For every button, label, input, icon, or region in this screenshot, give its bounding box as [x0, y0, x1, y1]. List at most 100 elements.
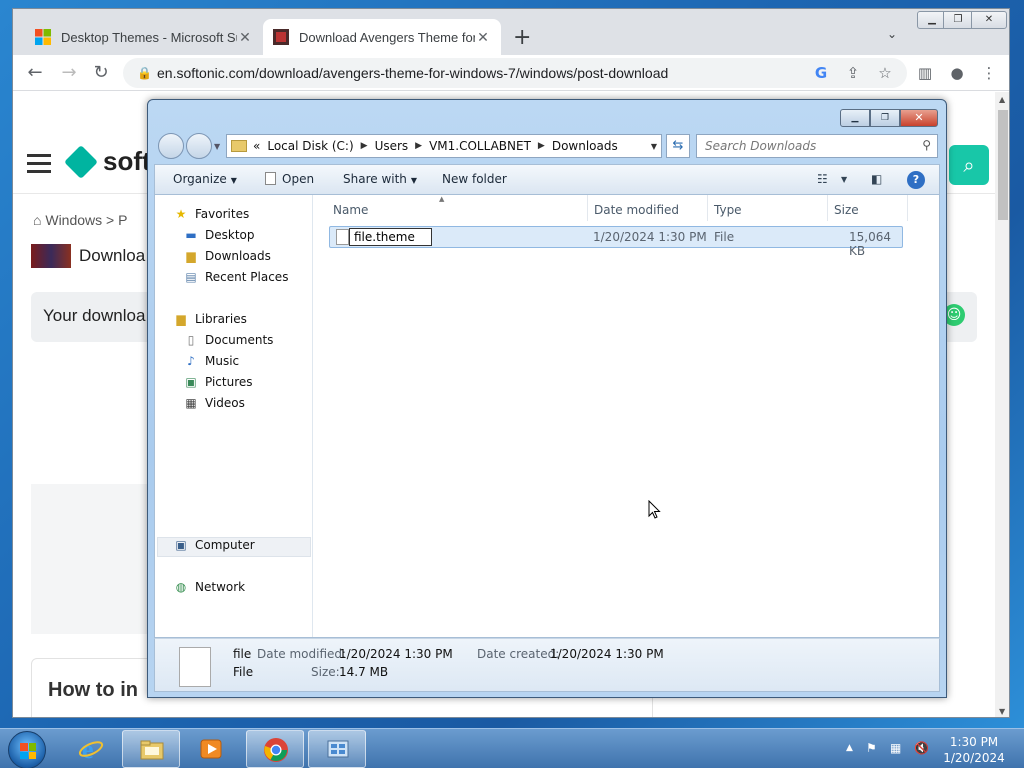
generic-file-icon — [336, 229, 349, 245]
start-button[interactable] — [8, 731, 46, 768]
ad-placeholder — [31, 484, 151, 634]
nav-label: Videos — [205, 396, 245, 410]
chrome-close-button[interactable]: ✕ — [971, 11, 1007, 29]
taskbar-google-chrome[interactable] — [246, 730, 304, 768]
explorer-close-button[interactable]: ✕ — [900, 109, 938, 127]
nav-music[interactable]: ♪ Music — [183, 354, 239, 368]
share-with-button[interactable]: Share with ▼ — [343, 172, 417, 186]
file-row-selected[interactable]: file.theme 1/20/2024 1:30 PM File 15,064… — [329, 226, 903, 258]
open-label: Open — [282, 172, 315, 186]
nav-videos[interactable]: ▦ Videos — [183, 396, 245, 410]
tab-title: Download Avengers Theme for W — [299, 29, 475, 45]
softonic-logo-mark-icon — [64, 144, 98, 179]
windows-logo-icon — [20, 743, 36, 759]
hamburger-menu-icon[interactable] — [27, 154, 51, 178]
downloads-folder-icon: ▆ — [186, 249, 196, 263]
home-icon[interactable]: ⌂ — [33, 212, 41, 228]
nav-label: Computer — [195, 538, 255, 552]
taskbar-windows-explorer[interactable] — [122, 730, 180, 768]
bookmark-star-icon[interactable]: ☆ — [873, 61, 897, 85]
scroll-down-icon[interactable]: ▼ — [999, 707, 1005, 716]
new-tab-button[interactable]: + — [513, 25, 531, 50]
chevron-right-icon[interactable]: ▶ — [361, 141, 368, 151]
address-dropdown-icon[interactable]: ▼ — [651, 142, 657, 151]
tab-search-icon[interactable]: ⌄ — [887, 27, 897, 41]
change-view-icon[interactable]: ☷ — [817, 172, 828, 186]
address-bar[interactable]: 🔒 en.softonic.com/download/avengers-them… — [123, 58, 907, 88]
nav-documents[interactable]: ▯ Documents — [183, 333, 274, 347]
reload-icon[interactable]: ↻ — [89, 61, 113, 85]
lock-icon: 🔒 — [137, 66, 152, 80]
file-size: 15,064 KB — [849, 230, 891, 258]
chrome-maximize-button[interactable]: ❐ — [943, 11, 973, 29]
network-tray-icon[interactable]: ▦ — [890, 741, 901, 755]
show-hidden-icons[interactable]: ▲ — [846, 743, 853, 753]
file-type: File — [714, 230, 735, 244]
nav-downloads[interactable]: ▆ Downloads — [183, 249, 271, 263]
explorer-maximize-button[interactable]: ❐ — [870, 109, 900, 127]
address-segment-vm1[interactable]: VM1.COLLABNET — [429, 139, 531, 153]
nav-computer[interactable]: ▣ Computer — [173, 538, 255, 552]
site-search-icon[interactable]: ⌕ — [949, 145, 989, 185]
back-button[interactable] — [158, 133, 184, 159]
refresh-icon[interactable]: ⇆ — [666, 134, 690, 158]
side-panel-icon[interactable]: ▥ — [913, 61, 937, 85]
forward-arrow-icon[interactable]: → — [57, 61, 81, 85]
share-icon[interactable]: ⇪ — [841, 61, 865, 85]
taskbar-internet-explorer[interactable]: e — [62, 730, 120, 768]
google-translate-icon[interactable]: G — [809, 61, 833, 85]
column-header-type[interactable]: Type — [714, 203, 742, 217]
recent-pages-dropdown-icon[interactable]: ▼ — [214, 142, 220, 151]
page-scrollbar[interactable]: ▲ ▼ — [995, 92, 1009, 717]
tab-close-icon[interactable]: ✕ — [237, 29, 253, 46]
address-segment-downloads[interactable]: Downloads — [552, 139, 618, 153]
column-divider[interactable] — [587, 195, 588, 221]
share-with-label: Share with — [343, 172, 407, 186]
documents-icon: ▯ — [187, 333, 195, 347]
back-arrow-icon[interactable]: ← — [23, 61, 47, 85]
address-overflow[interactable]: « — [253, 139, 260, 153]
preview-pane-icon[interactable]: ◧ — [871, 172, 882, 186]
help-icon[interactable]: ? — [907, 171, 925, 189]
tab-desktop-themes[interactable]: Desktop Themes - Microsoft Sup ✕ — [25, 19, 263, 55]
column-divider[interactable] — [827, 195, 828, 221]
nav-favorites[interactable]: ★ Favorites — [173, 207, 250, 221]
nav-label: Documents — [205, 333, 274, 347]
open-button[interactable]: Open — [265, 172, 314, 186]
nav-desktop[interactable]: ▬ Desktop — [183, 228, 254, 242]
address-segment-local-disk[interactable]: Local Disk (C:) — [267, 139, 353, 153]
nav-pictures[interactable]: ▣ Pictures — [183, 375, 252, 389]
column-header-name[interactable]: Name — [333, 203, 368, 217]
column-header-date-modified[interactable]: Date modified — [594, 203, 679, 217]
organize-button[interactable]: Organize ▼ — [173, 172, 237, 186]
explorer-address-bar[interactable]: « Local Disk (C:) ▶ Users ▶ VM1.COLLABNE… — [226, 134, 662, 158]
tab-close-icon[interactable]: ✕ — [475, 29, 491, 46]
breadcrumb-text[interactable]: Windows > P — [45, 212, 127, 228]
nav-recent-places[interactable]: ▤ Recent Places — [183, 270, 288, 284]
explorer-minimize-button[interactable]: ▁ — [840, 109, 870, 127]
taskbar-media-player[interactable] — [182, 730, 240, 768]
chevron-right-icon[interactable]: ▶ — [415, 141, 422, 151]
view-dropdown-icon[interactable]: ▼ — [841, 175, 847, 184]
scroll-thumb[interactable] — [998, 110, 1008, 220]
profile-avatar-icon[interactable]: ● — [945, 61, 969, 85]
chevron-right-icon[interactable]: ▶ — [538, 141, 545, 151]
volume-muted-icon[interactable]: 🔇 — [914, 741, 929, 755]
column-header-size[interactable]: Size — [834, 203, 859, 217]
column-divider[interactable] — [907, 195, 908, 221]
tab-avengers-theme[interactable]: Download Avengers Theme for W ✕ — [263, 19, 501, 55]
menu-dots-icon[interactable]: ⋮ — [977, 61, 1001, 85]
column-divider[interactable] — [707, 195, 708, 221]
action-center-flag-icon[interactable]: ⚑ — [866, 741, 877, 755]
forward-button[interactable] — [186, 133, 212, 159]
system-clock[interactable]: 1:30 PM 1/20/2024 — [936, 734, 1012, 766]
nav-network[interactable]: ◍ Network — [173, 580, 245, 594]
nav-libraries[interactable]: ▆ Libraries — [173, 312, 246, 326]
search-downloads-input[interactable]: Search Downloads ⚲ — [696, 134, 938, 158]
address-segment-users[interactable]: Users — [375, 139, 409, 153]
new-folder-button[interactable]: New folder — [442, 172, 507, 186]
rename-input[interactable]: file.theme — [349, 228, 432, 246]
taskbar-control-panel[interactable] — [308, 730, 366, 768]
scroll-up-icon[interactable]: ▲ — [999, 95, 1005, 104]
sort-ascending-icon: ▲ — [439, 195, 445, 203]
